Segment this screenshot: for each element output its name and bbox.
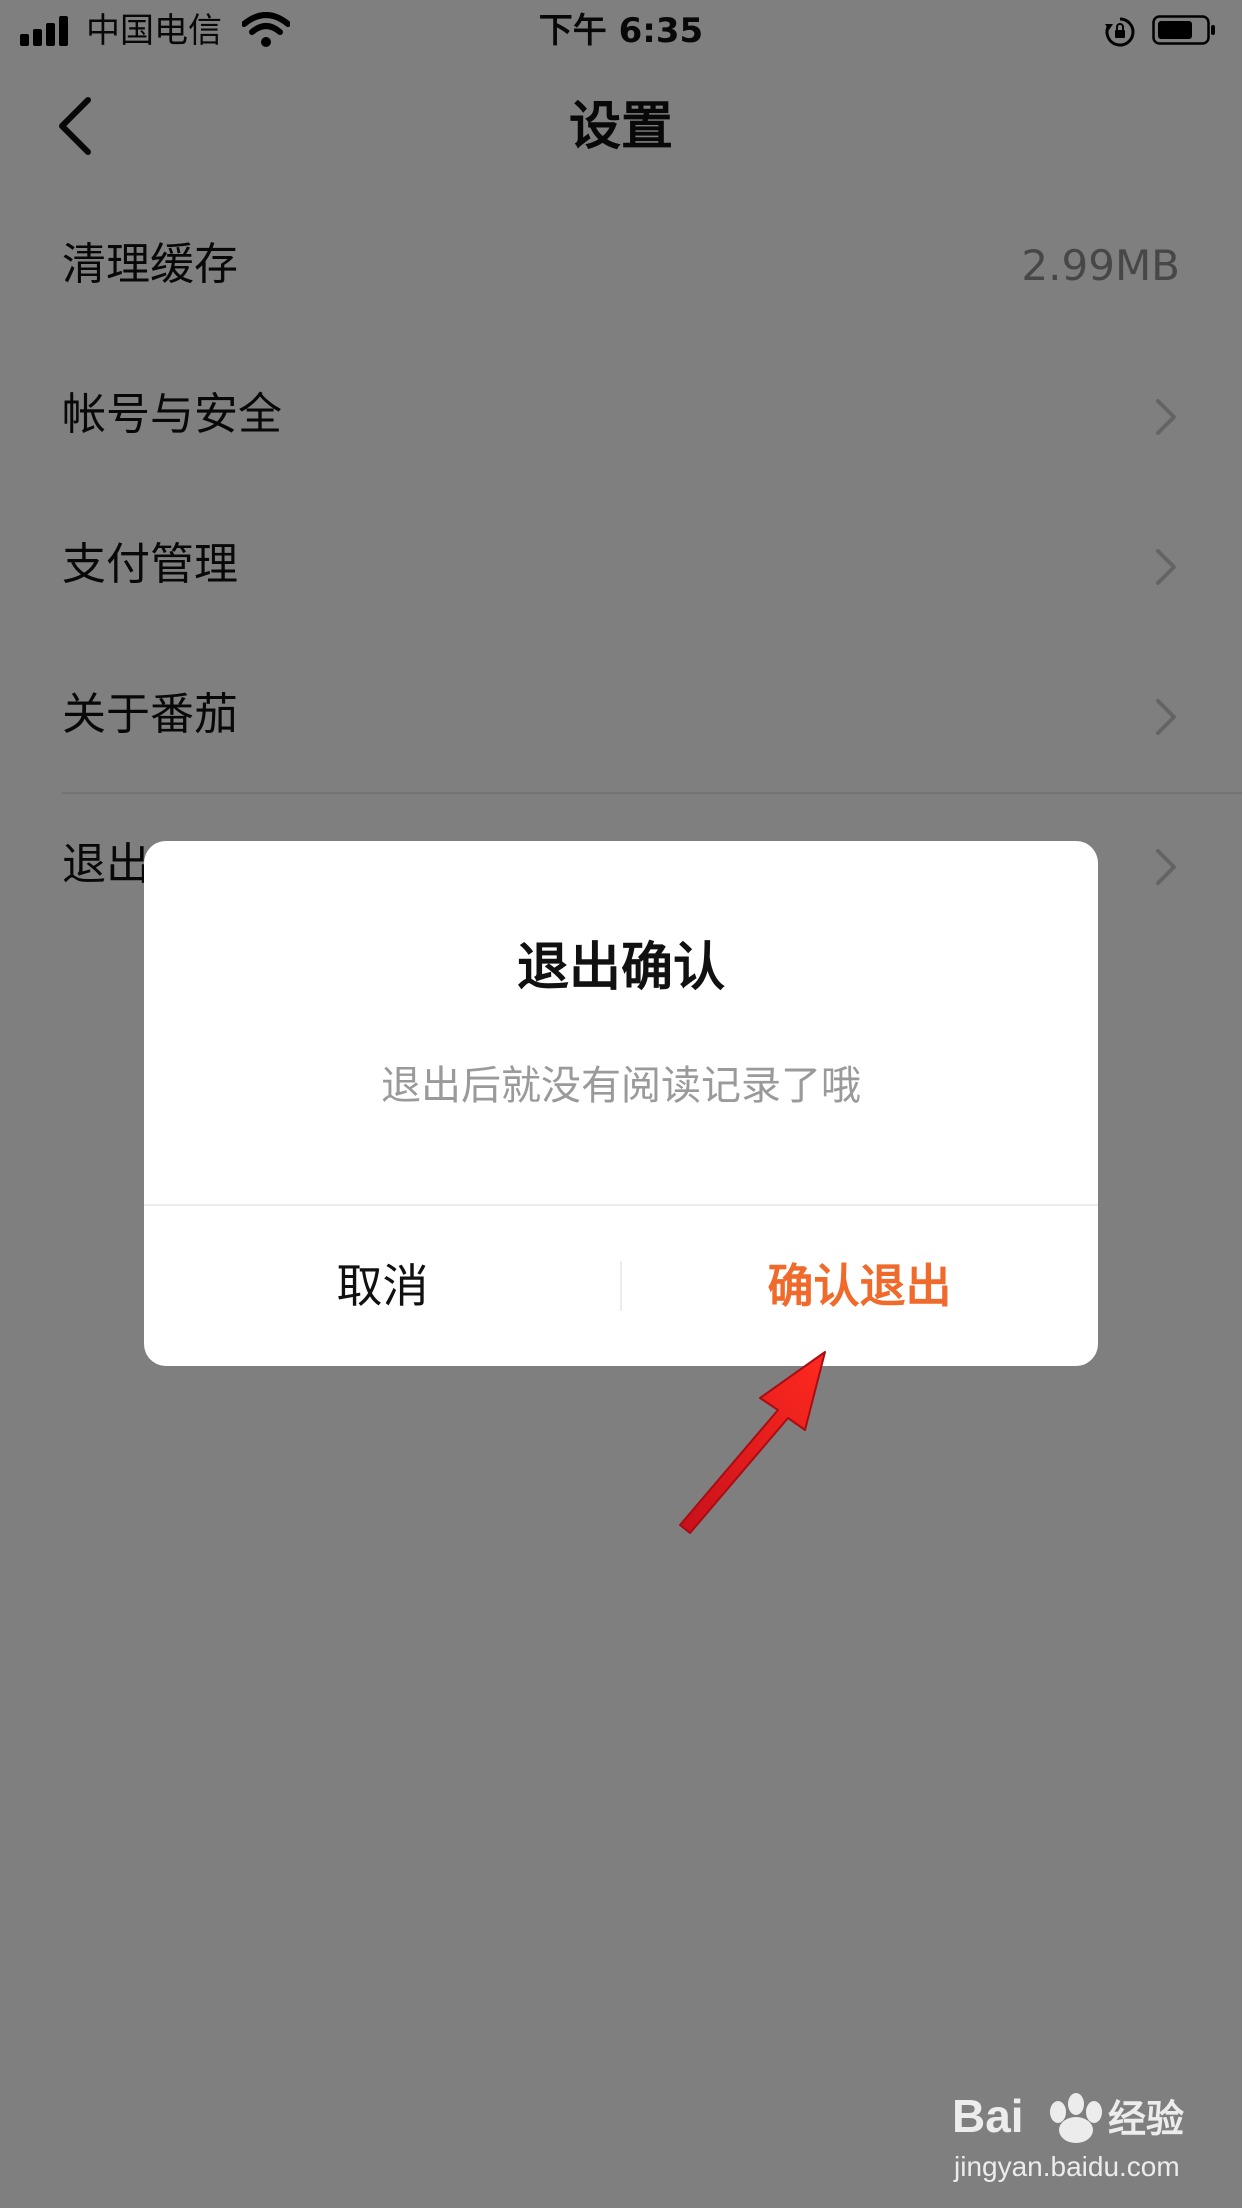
logout-confirm-dialog: 退出确认 退出后就没有阅读记录了哦 取消 确认退出: [144, 841, 1098, 1366]
annotation-arrow-icon: [679, 1351, 826, 1534]
baidu-jingyan-watermark: Bai 经验 jingyan.baidu.com: [952, 2090, 1184, 2182]
dialog-message: 退出后就没有阅读记录了哦: [381, 1063, 861, 1109]
dialog-title: 退出确认: [516, 938, 725, 998]
watermark-brand: Bai: [952, 2090, 1024, 2142]
watermark-brand-suffix: 经验: [1108, 2097, 1184, 2141]
paw-icon: [1050, 2093, 1102, 2143]
watermark-url: jingyan.baidu.com: [953, 2151, 1180, 2182]
cancel-button[interactable]: 取消: [144, 1206, 621, 1366]
